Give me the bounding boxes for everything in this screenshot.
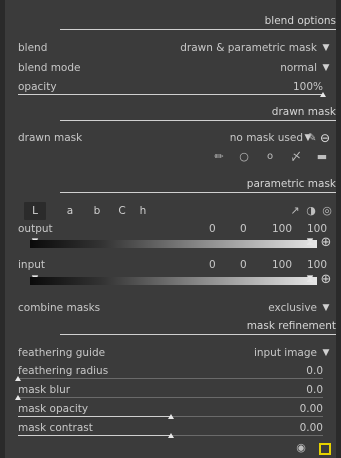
input-value-2: 0 — [240, 259, 247, 271]
output-value-4: 100 — [307, 223, 328, 235]
path-icon[interactable]: 〆 — [289, 150, 303, 164]
mask-opacity-slider[interactable]: mask opacity 0.00 — [18, 401, 323, 419]
mask-opacity-marker[interactable] — [167, 414, 174, 419]
opacity-label: opacity — [18, 81, 57, 93]
color-picker-plus-icon[interactable]: ⊕ — [319, 273, 333, 287]
tab-h[interactable]: h — [137, 202, 149, 220]
reset-icon[interactable]: ◎ — [320, 204, 334, 218]
mask-contrast-marker[interactable] — [167, 433, 174, 438]
output-gradient[interactable] — [30, 240, 317, 248]
mask-blur-value: 0.0 — [306, 384, 323, 396]
mask-opacity-fill — [18, 416, 171, 417]
blend-options-title: blend options — [264, 15, 336, 27]
blend-options-header: blend options — [60, 9, 336, 30]
output-high-marker[interactable]: ⧗ — [305, 236, 315, 247]
mask-blur-track[interactable] — [18, 397, 323, 398]
feathering-radius-slider[interactable]: feathering radius 0.0 — [15, 363, 323, 381]
blend-mode-value[interactable]: normal — [280, 60, 317, 76]
mask-contrast-value: 0.00 — [299, 422, 323, 434]
feathering-guide-value[interactable]: input image — [254, 345, 317, 361]
output-value-3: 100 — [272, 223, 293, 235]
mask-refinement-title: mask refinement — [246, 320, 336, 332]
tab-b[interactable]: b — [91, 202, 103, 220]
input-gradient[interactable] — [30, 277, 317, 285]
dropdown-arrow-icon[interactable]: ▼ — [321, 60, 331, 76]
feathering-guide-row[interactable]: feathering guide input image ▼ — [18, 345, 331, 361]
output-value-1: 0 — [209, 223, 216, 235]
input-row: input 0 0 100 100 — [18, 258, 331, 272]
drawn-mask-title: drawn mask — [271, 106, 336, 118]
input-value-1: 0 — [209, 259, 216, 271]
input-value-3: 100 — [272, 259, 293, 271]
mask-contrast-slider[interactable]: mask contrast 0.00 — [18, 420, 323, 438]
gradient-icon[interactable]: ▬ — [315, 150, 329, 164]
mask-contrast-fill — [18, 435, 171, 436]
blend-value[interactable]: drawn & parametric mask — [180, 40, 317, 56]
blend-mode-row[interactable]: blend mode normal ▼ — [18, 60, 331, 76]
right-border — [336, 0, 341, 458]
drawn-mask-row[interactable]: drawn mask no mask used ▼ — [18, 130, 331, 146]
mask-opacity-label: mask opacity — [18, 403, 89, 415]
mask-edit-icon[interactable]: ✎ — [305, 131, 319, 145]
pen-icon[interactable]: ✏ — [212, 150, 226, 164]
picker-icon[interactable]: ↗ — [288, 204, 302, 218]
invert-icon[interactable]: ◑ — [304, 204, 318, 218]
mask-contrast-label: mask contrast — [18, 422, 93, 434]
mask-opacity-value: 0.00 — [299, 403, 323, 415]
tab-L[interactable]: L — [24, 202, 46, 220]
parametric-mask-title: parametric mask — [246, 178, 336, 190]
dropdown-arrow-icon[interactable]: ▼ — [321, 345, 331, 361]
blend-panel: blend options blend drawn & parametric m… — [5, 0, 336, 458]
input-label: input — [18, 259, 46, 271]
drawn-mask-header: drawn mask — [60, 100, 336, 121]
color-picker-plus-icon[interactable]: ⊕ — [319, 236, 333, 250]
drawn-mask-value: no mask used — [229, 132, 303, 144]
mask-refinement-header: mask refinement — [60, 314, 336, 335]
feathering-radius-label: feathering radius — [18, 365, 109, 377]
mask-blur-marker[interactable] — [15, 395, 21, 400]
tab-a[interactable]: a — [64, 202, 76, 220]
output-value-2: 0 — [240, 223, 247, 235]
input-value-4: 100 — [307, 259, 328, 271]
dropdown-arrow-icon[interactable]: ▼ — [321, 40, 331, 56]
eye-icon[interactable]: ◉ — [294, 441, 308, 455]
circle-icon[interactable]: ○ — [237, 150, 251, 164]
mask-blur-label: mask blur — [18, 384, 71, 396]
feathering-radius-marker[interactable] — [15, 376, 21, 381]
feathering-radius-track[interactable] — [18, 378, 323, 379]
feathering-guide-label: feathering guide — [18, 347, 106, 359]
opacity-value: 100% — [292, 81, 323, 93]
mask-off-icon[interactable]: ⊖ — [318, 131, 332, 145]
input-high-marker[interactable]: ⧗ — [305, 273, 315, 284]
blend-row[interactable]: blend drawn & parametric mask ▼ — [18, 40, 331, 56]
drawn-mask-label: drawn mask — [18, 132, 83, 144]
tab-C[interactable]: C — [116, 202, 128, 220]
parametric-mask-header: parametric mask — [60, 172, 336, 193]
output-row: output 0 0 100 100 — [18, 222, 331, 236]
mask-blur-slider[interactable]: mask blur 0.0 — [15, 382, 323, 400]
blend-mode-label: blend mode — [18, 62, 81, 74]
display-mask-icon[interactable] — [319, 443, 331, 455]
opacity-slider[interactable]: opacity 100% — [18, 79, 326, 97]
blend-label: blend — [18, 42, 48, 54]
opacity-fill — [18, 94, 323, 95]
ellipse-icon[interactable]: o — [263, 150, 277, 164]
feathering-radius-value: 0.0 — [306, 365, 323, 377]
opacity-marker[interactable] — [320, 92, 326, 97]
output-label: output — [18, 223, 53, 235]
